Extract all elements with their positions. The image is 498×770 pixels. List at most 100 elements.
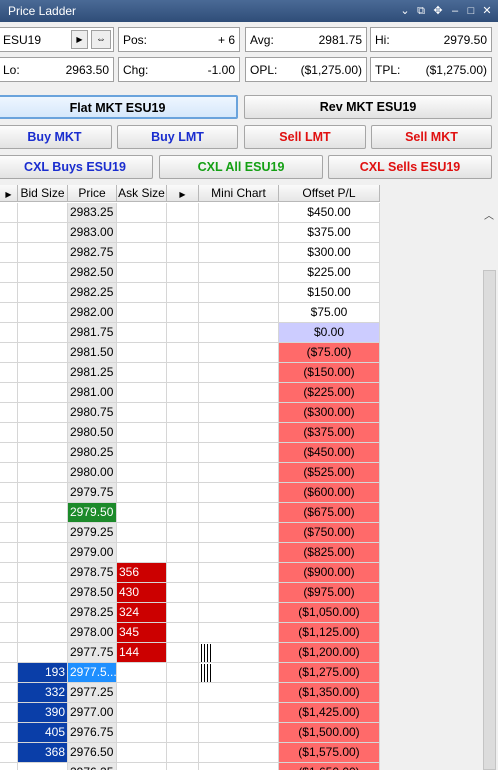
ladder-row[interactable]: 2981.25 ($150.00): [0, 363, 380, 383]
row-action-cell[interactable]: [167, 243, 199, 263]
ask-size-cell[interactable]: [117, 223, 167, 243]
ask-size-cell[interactable]: [117, 303, 167, 323]
row-action-cell[interactable]: [167, 323, 199, 343]
mini-chart-cell[interactable]: [199, 723, 279, 743]
row-left-cell[interactable]: [0, 383, 18, 403]
price-cell[interactable]: 2981.25: [68, 363, 117, 383]
ladder-row[interactable]: 2982.00 $75.00: [0, 303, 380, 323]
ask-size-cell[interactable]: 144: [117, 643, 167, 663]
offset-pl-cell[interactable]: ($750.00): [279, 523, 380, 543]
price-cell[interactable]: 2979.75: [68, 483, 117, 503]
move-icon[interactable]: ✥: [431, 4, 445, 18]
row-left-cell[interactable]: [0, 643, 18, 663]
ask-size-cell[interactable]: [117, 423, 167, 443]
bid-size-cell[interactable]: [18, 363, 68, 383]
price-cell[interactable]: 2976.25: [68, 763, 117, 770]
mini-chart-cell[interactable]: [199, 583, 279, 603]
row-left-cell[interactable]: [0, 223, 18, 243]
ask-size-cell[interactable]: [117, 403, 167, 423]
ask-size-cell[interactable]: 356: [117, 563, 167, 583]
ladder-row[interactable]: 2978.25 324 ($1,050.00): [0, 603, 380, 623]
row-action-cell[interactable]: [167, 583, 199, 603]
col-header-ask[interactable]: Ask Size: [117, 185, 167, 202]
offset-pl-cell[interactable]: ($1,050.00): [279, 603, 380, 623]
price-cell[interactable]: 2982.75: [68, 243, 117, 263]
ask-size-cell[interactable]: [117, 283, 167, 303]
offset-pl-cell[interactable]: $225.00: [279, 263, 380, 283]
mini-chart-cell[interactable]: [199, 543, 279, 563]
offset-pl-cell[interactable]: ($1,125.00): [279, 623, 380, 643]
bid-size-cell[interactable]: [18, 423, 68, 443]
offset-pl-cell[interactable]: $0.00: [279, 323, 380, 343]
ask-size-cell[interactable]: [117, 263, 167, 283]
row-action-cell[interactable]: [167, 223, 199, 243]
bid-size-cell[interactable]: [18, 623, 68, 643]
mini-chart-cell[interactable]: [199, 423, 279, 443]
offset-pl-cell[interactable]: ($825.00): [279, 543, 380, 563]
mini-chart-cell[interactable]: [199, 443, 279, 463]
mini-chart-cell[interactable]: [199, 603, 279, 623]
ladder-row[interactable]: 2979.00 ($825.00): [0, 543, 380, 563]
ladder-row[interactable]: 2980.00 ($525.00): [0, 463, 380, 483]
price-cell[interactable]: 2982.50: [68, 263, 117, 283]
ask-size-cell[interactable]: 345: [117, 623, 167, 643]
price-cell[interactable]: 2978.50: [68, 583, 117, 603]
bid-size-cell[interactable]: [18, 523, 68, 543]
mini-chart-cell[interactable]: [199, 643, 279, 663]
sell-lmt-button[interactable]: Sell LMT: [244, 125, 366, 149]
mini-chart-cell[interactable]: [199, 483, 279, 503]
row-action-cell[interactable]: [167, 703, 199, 723]
ladder-row[interactable]: 2981.50 ($75.00): [0, 343, 380, 363]
price-cell[interactable]: 2977.75: [68, 643, 117, 663]
row-left-cell[interactable]: [0, 523, 18, 543]
ask-size-cell[interactable]: [117, 723, 167, 743]
ladder-row[interactable]: 2976.25 ($1,650.00): [0, 763, 380, 770]
row-left-cell[interactable]: [0, 763, 18, 770]
mini-chart-cell[interactable]: [199, 743, 279, 763]
mini-chart-cell[interactable]: [199, 203, 279, 223]
ask-size-cell[interactable]: [117, 763, 167, 770]
col-header-price[interactable]: Price: [68, 185, 117, 202]
ask-size-cell[interactable]: [117, 383, 167, 403]
row-left-cell[interactable]: [0, 203, 18, 223]
row-left-cell[interactable]: [0, 583, 18, 603]
price-cell[interactable]: 2980.25: [68, 443, 117, 463]
row-left-cell[interactable]: [0, 363, 18, 383]
row-left-cell[interactable]: [0, 563, 18, 583]
ladder-row[interactable]: 2983.25 $450.00: [0, 203, 380, 223]
row-action-cell[interactable]: [167, 383, 199, 403]
row-left-cell[interactable]: [0, 483, 18, 503]
row-action-cell[interactable]: [167, 283, 199, 303]
chevron-down-icon[interactable]: ⌄: [398, 4, 412, 18]
row-action-cell[interactable]: [167, 683, 199, 703]
row-left-cell[interactable]: [0, 743, 18, 763]
price-cell[interactable]: 2981.50: [68, 343, 117, 363]
bid-size-cell[interactable]: [18, 203, 68, 223]
price-cell[interactable]: 2980.75: [68, 403, 117, 423]
row-left-cell[interactable]: [0, 343, 18, 363]
bid-size-cell[interactable]: [18, 543, 68, 563]
bid-size-cell[interactable]: [18, 463, 68, 483]
mini-chart-cell[interactable]: [199, 343, 279, 363]
mini-chart-cell[interactable]: [199, 223, 279, 243]
row-left-cell[interactable]: [0, 543, 18, 563]
mini-chart-cell[interactable]: [199, 263, 279, 283]
ladder-row[interactable]: 2983.00 $375.00: [0, 223, 380, 243]
mini-chart-cell[interactable]: [199, 463, 279, 483]
bid-size-cell[interactable]: [18, 303, 68, 323]
row-action-cell[interactable]: [167, 503, 199, 523]
price-cell[interactable]: 2979.50: [68, 503, 117, 523]
row-action-cell[interactable]: [167, 203, 199, 223]
mini-chart-cell[interactable]: [199, 303, 279, 323]
ladder-row[interactable]: 2982.50 $225.00: [0, 263, 380, 283]
row-left-cell[interactable]: [0, 503, 18, 523]
bid-size-cell[interactable]: [18, 503, 68, 523]
offset-pl-cell[interactable]: ($1,425.00): [279, 703, 380, 723]
bid-size-cell[interactable]: [18, 223, 68, 243]
ladder-row[interactable]: 2980.25 ($450.00): [0, 443, 380, 463]
row-left-cell[interactable]: [0, 283, 18, 303]
ladder-row[interactable]: 368 2976.50 ($1,575.00): [0, 743, 380, 763]
price-cell[interactable]: 2983.25: [68, 203, 117, 223]
ladder-row[interactable]: 2981.00 ($225.00): [0, 383, 380, 403]
price-cell[interactable]: 2983.00: [68, 223, 117, 243]
